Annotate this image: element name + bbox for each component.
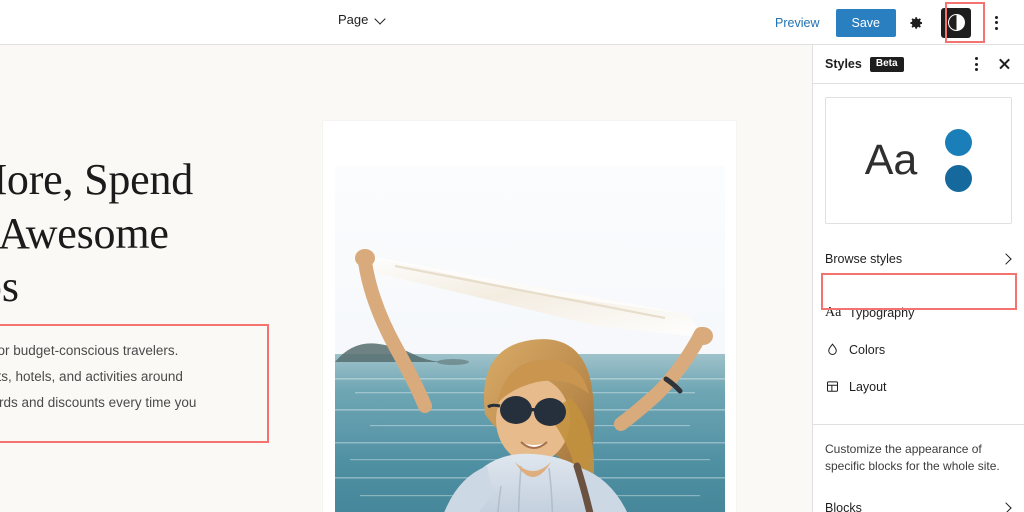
droplet-icon [825,342,849,357]
typography-aa-icon: Aa [825,304,842,320]
hero-image-block[interactable] [323,121,736,512]
contrast-icon [947,14,965,31]
styles-sidebar-header: Styles Beta [813,45,1024,84]
styles-panel-title: Styles [825,57,862,71]
typography-sample-text: Aa [864,136,918,184]
layout-panel-icon [825,379,849,394]
settings-button[interactable] [900,7,932,39]
styles-toggle-wrapper [936,4,976,42]
sidebar-item-label: Colors [849,342,886,357]
sidebar-item-typography[interactable]: Aa Typography [813,294,1024,331]
preview-button[interactable]: Preview [765,10,829,36]
styles-sidebar: Styles Beta Aa Browse styles Aa Typograp… [812,45,1024,512]
wordpress-site-editor: Page Preview Save ore, Spend Awesome s o… [0,0,1024,512]
chevron-down-icon [375,14,386,25]
browse-styles-label: Browse styles [825,251,903,266]
sidebar-item-label: Layout [849,379,887,394]
kebab-menu-icon [974,55,978,73]
sidebar-item-colors[interactable]: Colors [813,331,1024,368]
toolbar-actions: Preview Save [765,0,1012,45]
styles-nav-group: Aa Typography Colors Layout [813,294,1024,405]
blocks-label: Blocks [825,501,862,512]
color-swatch-primary [945,129,973,156]
styles-toggle-button[interactable] [941,7,971,38]
gear-icon [910,16,922,29]
document-type-label: Page [338,12,369,27]
close-styles-button[interactable] [992,52,1016,76]
chevron-right-icon [1000,502,1012,512]
beta-badge: Beta [869,56,904,72]
styles-more-options-button[interactable] [960,48,992,80]
sidebar-item-label: Typography [849,305,915,320]
editor-toolbar: Page Preview Save [0,0,1024,45]
color-swatches [945,129,973,192]
color-swatch-secondary [945,165,973,192]
sidebar-item-blocks[interactable]: Blocks [813,490,1024,512]
document-switcher[interactable]: Page [338,13,386,26]
hero-photo[interactable] [335,166,725,512]
woman-holding-scarf-at-sea-photo [335,166,725,512]
style-preview-card[interactable]: Aa [825,97,1012,224]
more-options-button[interactable] [980,7,1012,39]
kebab-menu-icon [994,14,998,32]
hero-paragraph[interactable]: ebsite for budget-conscious travelers. o… [0,338,269,416]
hero-heading[interactable]: More, Spend h Awesome ips [0,153,298,314]
browse-styles-row[interactable]: Browse styles [813,240,1024,277]
save-button[interactable]: Save [835,8,896,37]
editor-canvas[interactable]: More, Spend h Awesome ips ebsite for bud… [0,45,812,512]
blocks-helper-text: Customize the appearance of specific blo… [825,442,1000,474]
sidebar-item-layout[interactable]: Layout [813,368,1024,405]
chevron-right-icon [1000,253,1012,265]
